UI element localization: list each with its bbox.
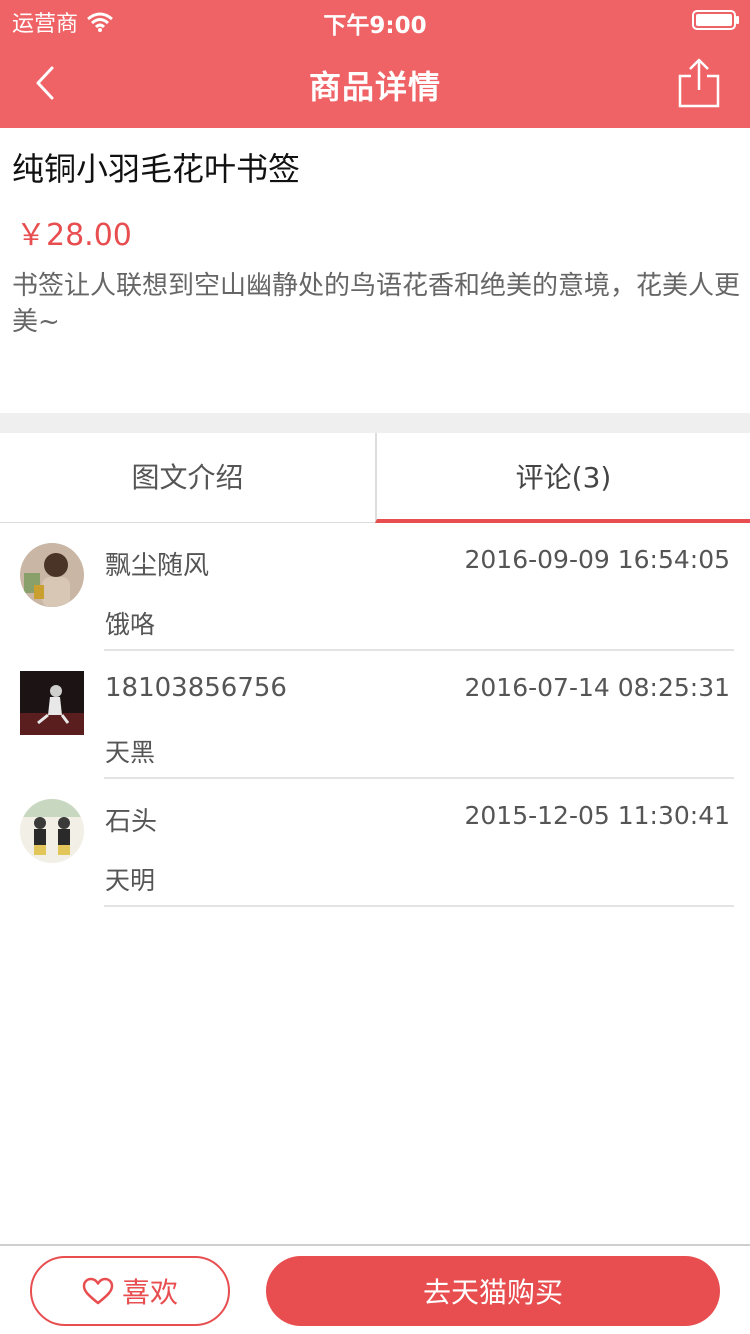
section-divider	[0, 413, 750, 433]
tab-comments[interactable]: 评论(3)	[375, 433, 750, 523]
comment-time: 2016-09-09 16:54:05	[464, 545, 730, 574]
avatar-image	[20, 543, 84, 607]
avatar	[20, 543, 84, 607]
avatar-image	[20, 671, 84, 735]
share-button[interactable]	[676, 58, 722, 108]
heart-icon	[82, 1277, 114, 1305]
like-button[interactable]: 喜欢	[30, 1256, 230, 1326]
page-title: 商品详情	[308, 68, 441, 106]
avatar	[20, 799, 84, 863]
like-label: 喜欢	[121, 1276, 178, 1309]
list-item: 飘尘随风 2016-09-09 16:54:05 饿咯	[0, 523, 750, 651]
divider	[104, 905, 734, 907]
avatar-image	[20, 799, 84, 863]
status-bar: 运营商 下午9:00	[0, 0, 750, 40]
buy-label: 去天猫购买	[422, 1276, 563, 1309]
bottom-bar: 喜欢 去天猫购买	[0, 1244, 750, 1334]
comment-user: 18103856756	[105, 673, 287, 703]
list-item: 石头 2015-12-05 11:30:41 天明	[0, 779, 750, 907]
header: 运营商 下午9:00 商品详情	[0, 0, 750, 128]
nav-bar: 商品详情	[0, 40, 750, 128]
comment-user: 飘尘随风	[105, 551, 210, 581]
comment-text: 天黑	[105, 738, 156, 767]
product-title: 纯铜小羽毛花叶书签	[12, 150, 301, 188]
clock: 下午9:00	[323, 13, 427, 39]
share-icon	[678, 58, 720, 108]
product-description: 书签让人联想到空山幽静处的鸟语花香和绝美的意境，花美人更美~	[12, 271, 741, 337]
comment-user: 石头	[105, 807, 158, 837]
product-info: 纯铜小羽毛花叶书签 ￥28.00 书签让人联想到空山幽静处的鸟语花香和绝美的意境…	[0, 128, 750, 413]
buy-button[interactable]: 去天猫购买	[266, 1256, 720, 1326]
avatar	[20, 671, 84, 735]
comment-time: 2016-07-14 08:25:31	[464, 673, 730, 702]
tab-bar: 图文介绍 评论(3)	[0, 433, 750, 523]
list-item: 18103856756 2016-07-14 08:25:31 天黑	[0, 651, 750, 779]
comment-text: 天明	[105, 866, 156, 895]
product-price: ￥28.00	[16, 218, 132, 253]
tab-intro[interactable]: 图文介绍	[0, 433, 375, 523]
comment-text: 饿咯	[105, 610, 156, 639]
comment-time: 2015-12-05 11:30:41	[464, 801, 730, 830]
battery-icon	[692, 10, 739, 30]
